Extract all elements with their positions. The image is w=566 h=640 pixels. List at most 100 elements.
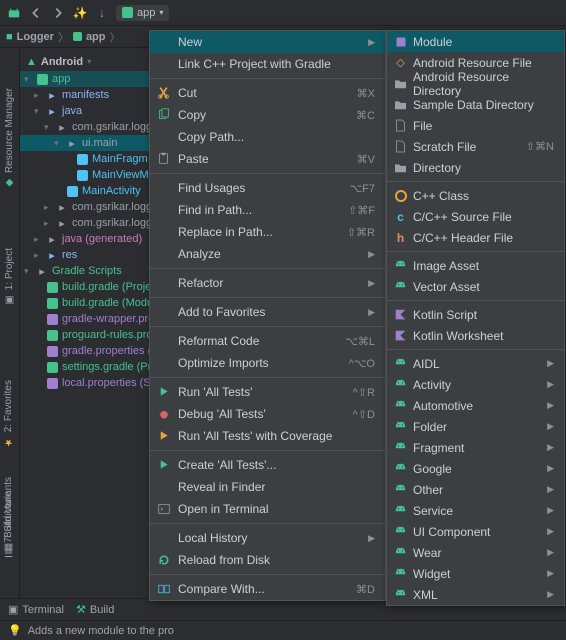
menu-item[interactable]: Kotlin Script [387, 304, 564, 325]
tree-item[interactable]: app [20, 71, 169, 87]
menu-item[interactable]: Open in Terminal [150, 498, 385, 520]
menu-item[interactable]: UI Component▶ [387, 521, 564, 542]
tab-label: Build [90, 604, 114, 616]
tree-item[interactable]: gradle.properties (P [20, 343, 169, 359]
menu-item[interactable]: Reformat Code ⌥⌘L [150, 330, 385, 352]
menu-item[interactable]: New▶ [150, 31, 385, 53]
menu-item[interactable]: Folder▶ [387, 416, 564, 437]
menu-item[interactable]: Activity▶ [387, 374, 564, 395]
menu-item[interactable]: Compare With...⌘D [150, 578, 385, 600]
breadcrumb-app[interactable]: app [86, 31, 106, 43]
breadcrumb-root[interactable]: Logger [17, 31, 54, 43]
menu-separator [150, 574, 385, 575]
menu-item[interactable]: XML▶ [387, 584, 564, 605]
tree-header[interactable]: ▲ Android ▾ ⚙ [20, 52, 169, 71]
android-icon [393, 503, 408, 518]
tab-build[interactable]: ⚒ Build [76, 603, 114, 616]
menu-item[interactable]: Copy Path... [150, 126, 385, 148]
menu-item[interactable]: Other▶ [387, 479, 564, 500]
tree-item[interactable]: ▸java [20, 103, 169, 119]
menu-item[interactable]: Copy⌘C [150, 104, 385, 126]
menu-item[interactable]: Kotlin Worksheet [387, 325, 564, 346]
tree-item[interactable]: local.properties (SD [20, 375, 169, 391]
menu-item[interactable]: Directory [387, 157, 564, 178]
tree-node-icon [37, 74, 48, 85]
menu-item[interactable]: Find in Path...⇧⌘F [150, 199, 385, 221]
tab-terminal[interactable]: ▣ Terminal [8, 603, 64, 616]
menu-item[interactable]: Run 'All Tests' with Coverage [150, 425, 385, 447]
tree-item[interactable]: ▸com.gsrikar.logg [20, 199, 169, 215]
menu-item[interactable]: Automotive▶ [387, 395, 564, 416]
menu-item[interactable]: Image Asset [387, 255, 564, 276]
menu-item[interactable]: Local History▶ [150, 527, 385, 549]
menu-item[interactable]: cC/C++ Source File [387, 206, 564, 227]
android-icon [393, 377, 408, 392]
tree-item[interactable]: settings.gradle (Pro [20, 359, 169, 375]
tree-item[interactable]: ▸res [20, 247, 169, 263]
back-icon[interactable] [28, 5, 44, 21]
menu-item[interactable]: Find Usages⌥F7 [150, 177, 385, 199]
tree-item[interactable]: MainActivity [20, 183, 169, 199]
forward-icon[interactable] [50, 5, 66, 21]
tree-item[interactable]: proguard-rules.pro [20, 327, 169, 343]
submenu-arrow-icon: ▶ [368, 278, 375, 289]
menu-item[interactable]: Wear▶ [387, 542, 564, 563]
menu-item[interactable]: File [387, 115, 564, 136]
menu-item[interactable]: Debug 'All Tests'^⇧D [150, 403, 385, 425]
tree-item[interactable]: build.gradle (Modu [20, 295, 169, 311]
tree-item[interactable]: MainViewM [20, 167, 169, 183]
menu-item[interactable]: AIDL▶ [387, 353, 564, 374]
menu-item[interactable]: Add to Favorites▶ [150, 301, 385, 323]
tab-project[interactable]: ▣ 1: Project [4, 248, 15, 305]
menu-item[interactable]: Android Resource Directory [387, 73, 564, 94]
menu-item[interactable]: Run 'All Tests'^⇧R [150, 381, 385, 403]
menu-item[interactable]: Analyze▶ [150, 243, 385, 265]
tree-item[interactable]: ▸com.gsrikar.logg [20, 119, 169, 135]
menu-item-shortcut: ⌥⌘L [345, 335, 375, 348]
tree-item[interactable]: ▸ui.main [20, 135, 169, 151]
menu-item[interactable]: Scratch File⇧⌘N [387, 136, 564, 157]
menu-item-label: Vector Asset [413, 280, 480, 294]
menu-separator [387, 251, 564, 252]
android-icon [393, 461, 408, 476]
menu-item[interactable]: Service▶ [387, 500, 564, 521]
tree-item[interactable]: ▸Gradle Scripts [20, 263, 169, 279]
menu-item[interactable]: Cut⌘X [150, 82, 385, 104]
menu-item[interactable]: Create 'All Tests'... [150, 454, 385, 476]
tree-arrow-icon [34, 250, 42, 261]
menu-item[interactable]: hC/C++ Header File [387, 227, 564, 248]
menu-item[interactable]: Reveal in Finder [150, 476, 385, 498]
menu-item-label: Reformat Code [178, 334, 259, 348]
tree-item[interactable]: ▸com.gsrikar.logg [20, 215, 169, 231]
tree-node-label: settings.gradle (Pro [62, 361, 157, 373]
tab-build-variants[interactable]: ▦ Build Variants [3, 477, 14, 553]
tree-item[interactable]: build.gradle (Projec [20, 279, 169, 295]
menu-item[interactable]: Widget▶ [387, 563, 564, 584]
menu-item[interactable]: Fragment▶ [387, 437, 564, 458]
submenu-arrow-icon: ▶ [547, 526, 554, 537]
tab-favorites[interactable]: ★ 2: Favorites [3, 380, 14, 447]
menu-item[interactable]: Module [387, 31, 564, 52]
menu-item[interactable]: Paste⌘V [150, 148, 385, 170]
menu-item[interactable]: Sample Data Directory [387, 94, 564, 115]
menu-item[interactable]: C++ Class [387, 185, 564, 206]
play-icon [156, 428, 171, 443]
menu-item[interactable]: Refactor▶ [150, 272, 385, 294]
tab-resource-manager[interactable]: ◆ Resource Manager [4, 88, 15, 188]
menu-item[interactable]: Vector Asset [387, 276, 564, 297]
menu-item[interactable]: Google▶ [387, 458, 564, 479]
tree-item[interactable]: gradle-wrapper.pro [20, 311, 169, 327]
tree-item[interactable]: ▸java (generated) [20, 231, 169, 247]
menu-item-shortcut: ^⌥O [349, 357, 375, 370]
menu-item-label: Google [413, 462, 452, 476]
menu-item-shortcut: ^⇧D [353, 408, 375, 421]
wand-icon[interactable]: ✨ [72, 5, 88, 21]
menu-item[interactable]: Optimize Imports^⌥O [150, 352, 385, 374]
tree-item[interactable]: ▸manifests [20, 87, 169, 103]
menu-item[interactable]: Replace in Path...⇧⌘R [150, 221, 385, 243]
sync-icon[interactable]: ↓ [94, 5, 110, 21]
run-config-dropdown[interactable]: app ▾ [116, 5, 169, 21]
menu-item[interactable]: Link C++ Project with Gradle [150, 53, 385, 75]
menu-item[interactable]: Reload from Disk [150, 549, 385, 571]
tree-item[interactable]: MainFragm [20, 151, 169, 167]
